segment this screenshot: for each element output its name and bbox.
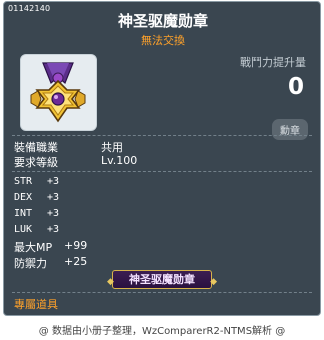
item-tooltip: 01142140 神圣驱魔勋章 無法交換 戰鬥力提升量 0 勳章 裝備職業 共用… <box>3 1 321 316</box>
item-icon-frame <box>20 54 97 131</box>
stat-value: +99 <box>64 239 88 252</box>
info-row-level: 要求等級 Lv.100 <box>14 154 137 170</box>
stat-label: DEX <box>14 192 33 203</box>
medal-title-text: 神圣驱魔勋章 <box>129 273 195 286</box>
divider <box>12 135 312 136</box>
info-label: 要求等級 <box>14 156 58 169</box>
stat-value: +3 <box>47 208 60 219</box>
stat-label: 防禦力 <box>14 257 47 270</box>
stat-label: LUK <box>14 224 33 235</box>
stat-label: INT <box>14 208 33 219</box>
stat-row: 防禦力 +25 <box>14 255 87 271</box>
power-increase-label: 戰鬥力提升量 <box>240 56 306 69</box>
item-name: 神圣驱魔勋章 <box>117 12 208 30</box>
footer-credit: @ 数据由小册子整理，WzComparerR2-NTMS解析 @ <box>38 326 286 337</box>
medal-icon <box>30 62 86 123</box>
trade-restriction: 無法交換 <box>141 34 185 47</box>
info-row-job: 裝備職業 共用 <box>14 139 123 155</box>
wing-left-icon: ◆ <box>107 277 114 287</box>
stat-label: 最大MP <box>14 241 53 254</box>
divider <box>12 292 312 293</box>
exclusive-item-note: 專屬道具 <box>14 298 58 311</box>
stat-value: +3 <box>47 176 60 187</box>
stat-row: 最大MP +99 <box>14 239 87 255</box>
stat-row: LUK +3 <box>14 224 59 235</box>
stat-row: INT +3 <box>14 208 59 219</box>
power-increase-value: 0 <box>287 74 304 100</box>
stat-label: STR <box>14 176 33 187</box>
wing-right-icon: ◆ <box>210 277 217 287</box>
stat-row: STR +3 <box>14 176 59 187</box>
medal-title-plate: ◆ 神圣驱魔勋章 ◆ <box>107 270 217 289</box>
info-value: Lv.100 <box>101 154 138 167</box>
stat-value: +25 <box>64 255 88 268</box>
stat-value: +3 <box>47 224 60 235</box>
stat-value: +3 <box>47 192 60 203</box>
info-label: 裝備職業 <box>14 141 58 154</box>
stat-row: DEX +3 <box>14 192 59 203</box>
divider <box>12 171 312 172</box>
info-value: 共用 <box>101 141 123 154</box>
item-type-badge: 勳章 <box>272 119 308 140</box>
